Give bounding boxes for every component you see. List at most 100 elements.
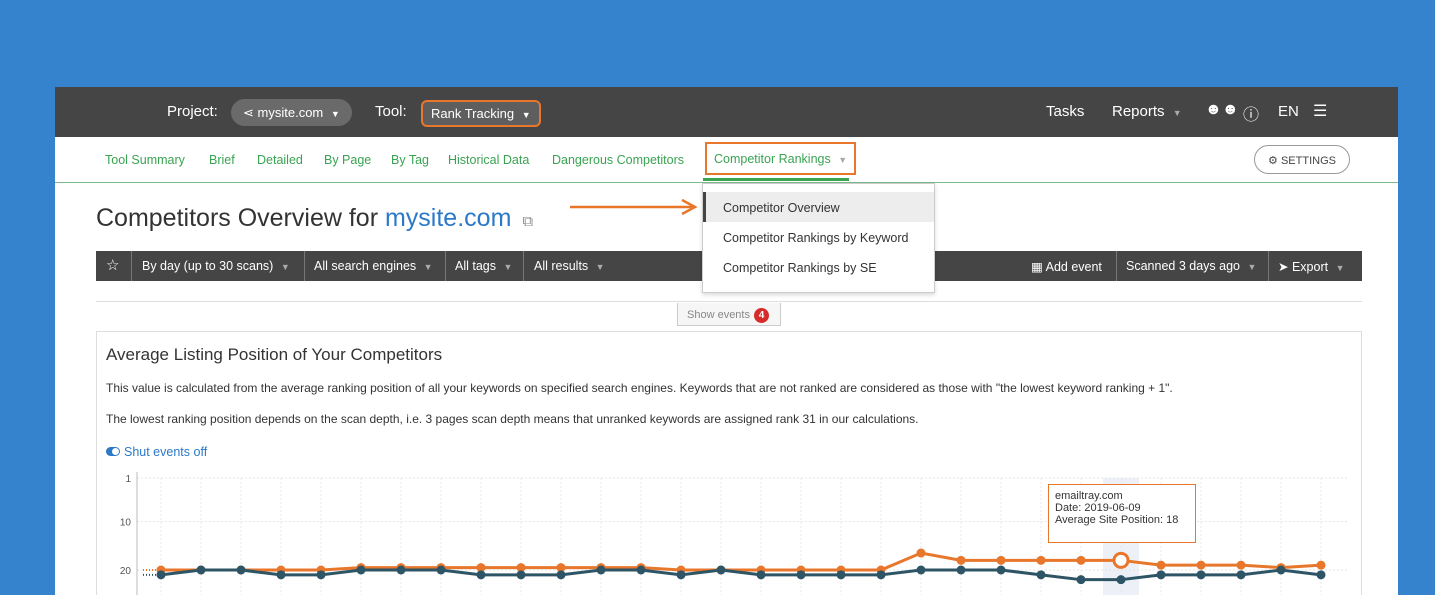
gear-icon: ⚙ — [1268, 155, 1278, 167]
dropdown-item-rankings-by-keyword[interactable]: Competitor Rankings by Keyword — [703, 222, 934, 252]
toggle-icon — [106, 447, 120, 456]
tab-brief[interactable]: Brief — [209, 153, 235, 167]
app-window: Project: ⋖ mysite.com ▼ Tool: Rank Track… — [55, 87, 1398, 595]
tab-competitor-rankings[interactable]: Competitor Rankings ▼ — [705, 142, 857, 175]
site-link[interactable]: mysite.com — [385, 204, 511, 232]
tab-competitor-rankings-label: Competitor Rankings — [714, 152, 831, 166]
chevron-down-icon: ▼ — [1335, 263, 1345, 273]
tab-by-page[interactable]: By Page — [324, 153, 371, 167]
tool-label: Tool: — [375, 103, 407, 120]
tags-filter[interactable]: All tags ▼ — [455, 259, 512, 273]
events-count-badge: 4 — [753, 308, 769, 323]
add-event-label: Add event — [1045, 260, 1102, 274]
share-icon: ⋖ — [243, 105, 254, 120]
send-icon: ➤ — [1278, 260, 1289, 274]
competitor-rankings-dropdown: Competitor Overview Competitor Rankings … — [702, 183, 935, 293]
users-icon[interactable]: ☻☻ — [1205, 101, 1239, 119]
export-label: Export — [1291, 260, 1329, 274]
data-point — [156, 570, 166, 580]
scan-status-menu[interactable]: Scanned 3 days ago ▼ — [1126, 259, 1256, 273]
data-point — [956, 555, 966, 565]
divider — [523, 251, 524, 281]
panel-note: The lowest ranking position depends on t… — [106, 412, 919, 426]
data-point — [1316, 560, 1326, 570]
show-events-button[interactable]: Show events 4 — [677, 303, 781, 326]
data-point — [756, 570, 766, 580]
menu-icon[interactable]: ☰ — [1313, 101, 1327, 121]
period-filter[interactable]: By day (up to 30 scans) ▼ — [142, 259, 290, 273]
data-point — [1196, 560, 1206, 570]
tool-selector[interactable]: Rank Tracking ▼ — [421, 100, 541, 127]
tasks-link[interactable]: Tasks — [1046, 103, 1084, 120]
data-point — [476, 570, 486, 580]
data-point — [676, 570, 686, 580]
dropdown-item-rankings-by-se[interactable]: Competitor Rankings by SE — [703, 252, 934, 282]
page-title-prefix: Competitors Overview for — [96, 204, 379, 232]
add-event-button[interactable]: ▦ Add event — [1031, 259, 1102, 274]
engines-filter[interactable]: All search engines ▼ — [314, 259, 433, 273]
data-point — [956, 565, 966, 575]
divider — [304, 251, 305, 281]
reports-menu[interactable]: Reports ▼ — [1112, 103, 1182, 120]
external-link-icon[interactable]: ⧉ — [522, 213, 533, 230]
tab-historical-data[interactable]: Historical Data — [448, 153, 529, 167]
data-point — [876, 570, 886, 580]
chevron-down-icon: ▼ — [521, 110, 531, 120]
data-point — [436, 565, 446, 575]
chevron-down-icon: ▼ — [838, 155, 848, 165]
data-point — [596, 565, 606, 575]
project-selector[interactable]: ⋖ mysite.com ▼ — [231, 99, 352, 126]
chart-panel: Average Listing Position of Your Competi… — [96, 331, 1362, 595]
tab-tool-summary[interactable]: Tool Summary — [105, 153, 185, 167]
y-tick-label: 1 — [125, 474, 131, 485]
shut-events-toggle[interactable]: Shut events off — [106, 445, 207, 459]
data-point — [916, 548, 926, 558]
data-point — [516, 570, 526, 580]
tags-label: All tags — [455, 259, 496, 273]
tooltip-site: emailtray.com — [1055, 490, 1123, 502]
data-point — [636, 565, 646, 575]
data-point — [916, 565, 926, 575]
data-point — [1076, 555, 1086, 565]
dropdown-item-competitor-overview[interactable]: Competitor Overview — [703, 192, 934, 222]
chevron-down-icon: ▼ — [280, 262, 290, 272]
data-point — [236, 565, 246, 575]
reports-label: Reports — [1112, 103, 1165, 120]
data-point — [316, 570, 326, 580]
data-point — [1236, 570, 1246, 580]
results-filter[interactable]: All results ▼ — [534, 259, 605, 273]
project-name: mysite.com — [257, 105, 324, 120]
data-point — [1196, 570, 1206, 580]
active-tab-indicator — [703, 178, 849, 181]
tab-detailed[interactable]: Detailed — [257, 153, 303, 167]
top-bar: Project: ⋖ mysite.com ▼ Tool: Rank Track… — [55, 87, 1398, 137]
panel-description: This value is calculated from the averag… — [106, 381, 1173, 395]
export-button[interactable]: ➤ Export ▼ — [1278, 259, 1345, 274]
chevron-down-icon: ▼ — [330, 109, 340, 119]
divider — [1268, 251, 1269, 281]
data-point — [996, 565, 1006, 575]
data-point — [796, 570, 806, 580]
settings-button[interactable]: ⚙ SETTINGS — [1254, 145, 1350, 174]
chevron-down-icon: ▼ — [1172, 108, 1182, 118]
tab-dangerous-competitors[interactable]: Dangerous Competitors — [552, 153, 684, 167]
panel-title: Average Listing Position of Your Competi… — [106, 345, 443, 364]
data-point — [1036, 570, 1046, 580]
divider — [96, 301, 1362, 302]
data-point — [196, 565, 206, 575]
language-selector[interactable]: EN — [1278, 103, 1299, 120]
series-line — [160, 568, 1322, 582]
project-label: Project: — [167, 103, 218, 120]
engines-label: All search engines — [314, 259, 417, 273]
tool-name: Rank Tracking — [431, 106, 515, 121]
help-icon[interactable]: ⓘ — [1243, 101, 1259, 125]
hovered-data-point — [1112, 551, 1130, 569]
tab-by-tag[interactable]: By Tag — [391, 153, 429, 167]
data-point — [1036, 555, 1046, 565]
shut-events-label: Shut events off — [124, 445, 208, 459]
scanned-label: Scanned 3 days ago — [1126, 259, 1240, 273]
chevron-down-icon: ▼ — [1247, 262, 1257, 272]
annotation-arrow-icon — [570, 198, 698, 216]
chart-tooltip: emailtray.com Date: 2019-06-09 Average S… — [1048, 484, 1196, 543]
star-icon[interactable]: ☆ — [106, 256, 119, 274]
